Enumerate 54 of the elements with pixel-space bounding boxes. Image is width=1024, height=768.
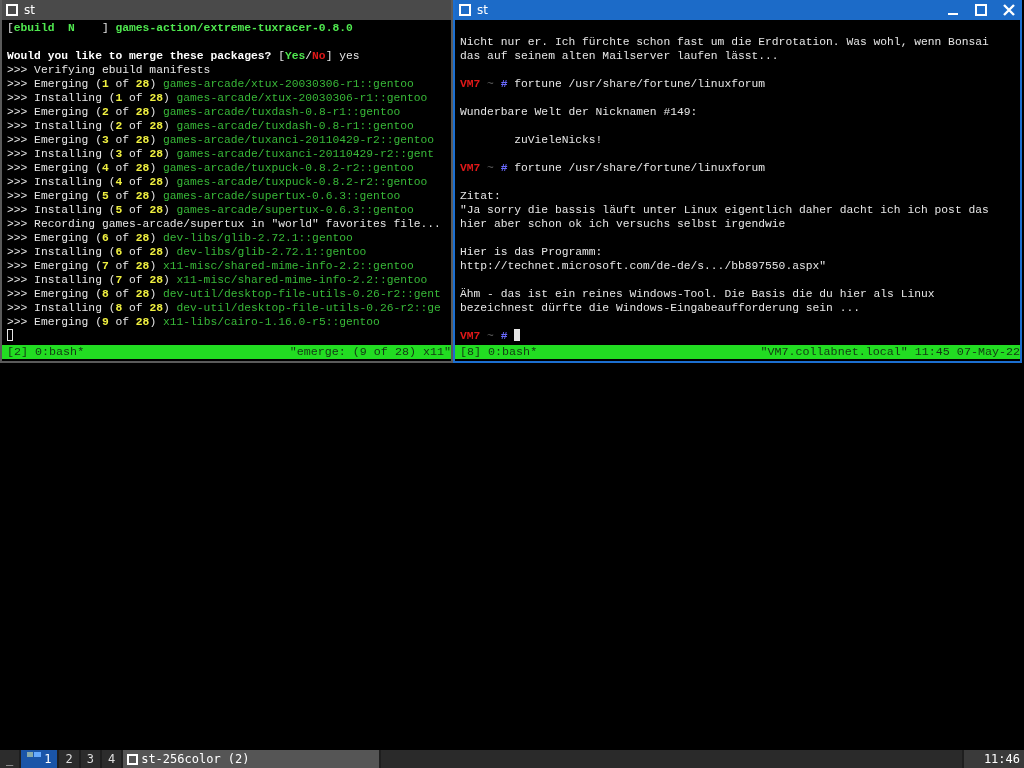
windows-icon xyxy=(27,752,42,757)
terminal-line: "Ja sorry die bassis läuft unter Linux eigentlich daher dacht ich ich post das xyxy=(460,203,989,217)
terminal-line: >>> Emerging (4 of 28) games-arcade/tuxpuck-0.8.2-r2::gentoo xyxy=(7,161,414,175)
menu-button[interactable]: _ xyxy=(0,750,20,768)
workspace-button[interactable]: 2 xyxy=(59,750,79,768)
status-left-text: [2] 0:bash* xyxy=(7,345,85,359)
status-right-text: "emerge: (9 of 28) x11" xyxy=(289,345,451,359)
terminal-line: >>> Emerging (9 of 28) x11-libs/cairo-1.16.0-r5::gentoo xyxy=(7,315,380,329)
maximize-icon[interactable] xyxy=(974,3,988,17)
terminal-line: Ähm - das ist ein reines Windows-Tool. Die Basis die du hier als Linux xyxy=(460,287,935,301)
terminal-line: >>> Emerging (5 of 28) games-arcade/supertux-0.6.3::gentoo xyxy=(7,189,401,203)
terminal-line: VM7 ~ # xyxy=(460,329,521,343)
terminal-line: Would you like to merge these packages? [Yes/No] yes xyxy=(7,49,360,63)
terminal-line: http://technet.microsoft.com/de-de/s.../bb897550.aspx" xyxy=(460,259,827,273)
terminal-line: hier aber schon ok ich versuchs selbst irgendwie xyxy=(460,217,786,231)
window-title: st xyxy=(24,3,36,17)
terminal-line: Nicht nur er. Ich fürchte schon fast um die Erdrotation. Was wohl, wenn Bonsai xyxy=(460,35,989,49)
terminal-line: VM7 ~ # fortune /usr/share/fortune/linuxforum xyxy=(460,161,766,175)
status-left-text: [8] 0:bash* xyxy=(460,345,538,359)
terminal-line: >>> Installing (8 of 28) dev-util/desktop-file-utils-0.26-r2::ge xyxy=(7,301,441,315)
terminal-line: [ebuild N ] games-action/extreme-tuxracer-0.8.0 xyxy=(7,21,353,35)
terminal-line: >>> Emerging (3 of 28) games-arcade/tuxanci-20110429-r2::gentoo xyxy=(7,133,435,147)
workspace-button[interactable]: 3 xyxy=(80,750,100,768)
status-right-text: "VM7.collabnet.local" 11:45 07-May-22 xyxy=(760,345,1020,359)
terminal-line: VM7 ~ # fortune /usr/share/fortune/linuxforum xyxy=(460,77,766,91)
terminal-line: >>> Recording games-arcade/supertux in "world" favorites file... xyxy=(7,217,441,231)
close-icon[interactable] xyxy=(1002,3,1016,17)
terminal-line: >>> Emerging (6 of 28) dev-libs/glib-2.72.1::gentoo xyxy=(7,231,353,245)
terminal-line: >>> Installing (5 of 28) games-arcade/supertux-0.6.3::gentoo xyxy=(7,203,414,217)
terminal-line: zuVieleNicks! xyxy=(513,133,603,147)
terminal-line: >>> Installing (6 of 28) dev-libs/glib-2.72.1::gentoo xyxy=(7,245,367,259)
terminal-line: Hier is das Programm: xyxy=(460,245,603,259)
terminal-line: >>> Installing (1 of 28) games-arcade/xtux-20030306-r1::gentoo xyxy=(7,91,428,105)
clock: 11:46 xyxy=(963,750,1024,768)
terminal-line: >>> Emerging (8 of 28) dev-util/desktop-file-utils-0.26-r2::gent xyxy=(7,287,441,301)
terminal-line: das auf seinem alten Mailserver laufen lässt... xyxy=(460,49,779,63)
terminal-line: >>> Emerging (2 of 28) games-arcade/tuxdash-0.8-r1::gentoo xyxy=(7,105,401,119)
terminal-line: >>> Installing (7 of 28) x11-misc/shared-mime-info-2.2::gentoo xyxy=(7,273,428,287)
terminal-line: >>> Emerging (7 of 28) x11-misc/shared-mime-info-2.2::gentoo xyxy=(7,259,414,273)
terminal-line: Wunderbare Welt der Nicknamen #149: xyxy=(460,105,698,119)
task-button[interactable]: st-256color (2) xyxy=(123,750,380,768)
terminal-line: >>> Installing (4 of 28) games-arcade/tuxpuck-0.8.2-r2::gentoo xyxy=(7,175,428,189)
window-title: st xyxy=(477,3,489,17)
terminal-line: >>> Installing (3 of 28) games-arcade/tuxanci-20110429-r2::gent xyxy=(7,147,435,161)
window-icon xyxy=(127,753,139,765)
terminal-line: >>> Installing (2 of 28) games-arcade/tuxdash-0.8-r1::gentoo xyxy=(7,119,414,133)
terminal-line: >>> Verifying ebuild manifests xyxy=(7,63,211,77)
window-icon xyxy=(6,4,18,16)
terminal-line: >>> Emerging (1 of 28) games-arcade/xtux-20030306-r1::gentoo xyxy=(7,77,414,91)
window-icon xyxy=(459,4,471,16)
terminal-line: bezeichnest dürfte die Windows-Eingabeaufforderung sein ... xyxy=(460,301,860,315)
workspace-button[interactable]: 1 xyxy=(21,750,58,768)
terminal-line: Zitat: xyxy=(460,189,501,203)
workspace-button[interactable]: 4 xyxy=(101,750,122,768)
